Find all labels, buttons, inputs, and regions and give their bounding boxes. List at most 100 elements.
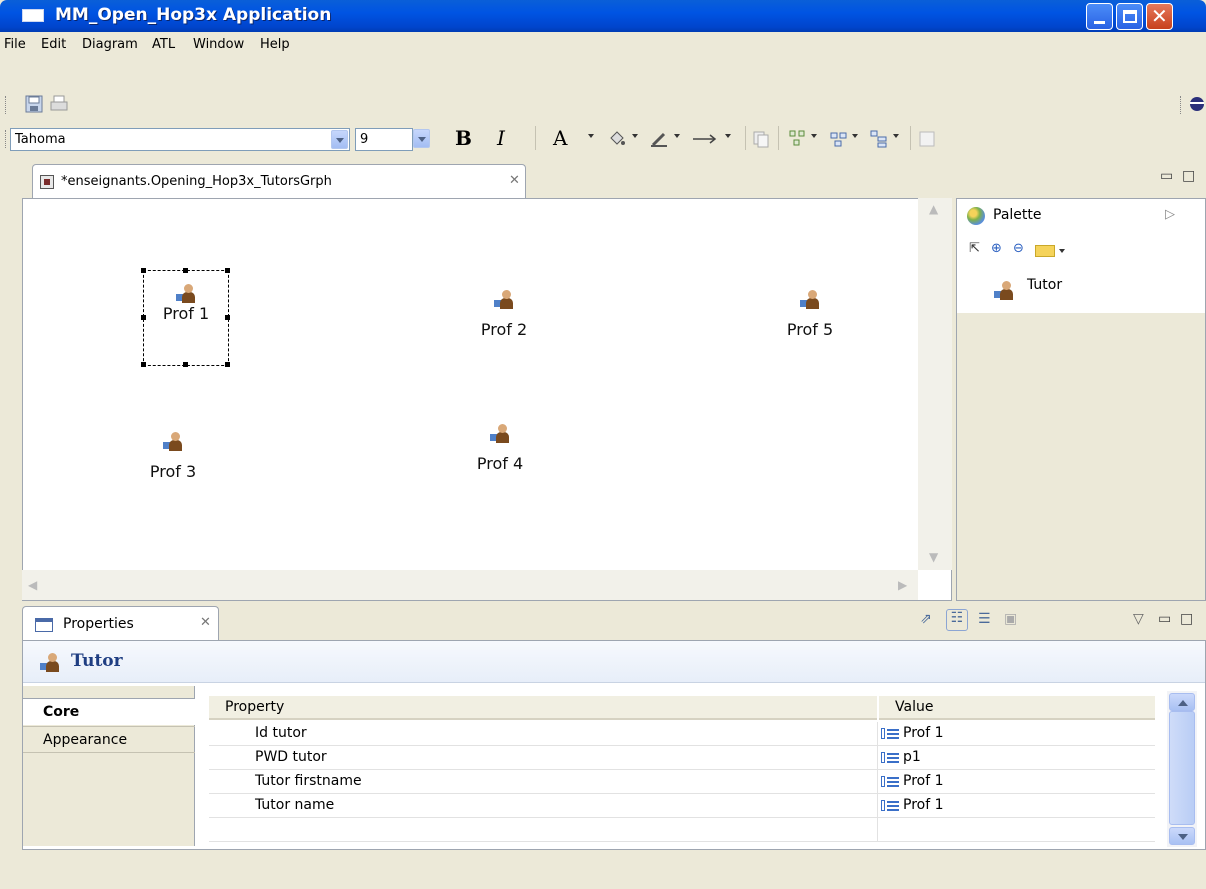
italic-button[interactable]: I (497, 126, 505, 150)
tutor-icon (175, 282, 197, 304)
resize-handle[interactable] (183, 362, 188, 367)
pin-icon[interactable]: ⇗ (920, 611, 932, 627)
save-icon[interactable] (25, 95, 43, 113)
tutor-node[interactable]: Prof 3 (135, 430, 211, 481)
palette-header[interactable]: Palette ▷ (957, 199, 1205, 233)
tutor-node[interactable]: Prof 4 (462, 422, 538, 473)
zoom-out-icon[interactable]: ⊖ (1013, 241, 1031, 259)
menu-diagram[interactable]: Diagram (82, 37, 138, 52)
palette: Palette ▷ ⇱ ⊕ ⊖ Tutor (956, 198, 1206, 601)
table-row[interactable]: Tutor name Prof 1 (209, 794, 1155, 818)
perspective-icon[interactable] (1188, 95, 1206, 113)
menu-window[interactable]: Window (193, 37, 244, 52)
scroll-up-icon[interactable] (1169, 693, 1195, 711)
menu-edit[interactable]: Edit (41, 37, 66, 52)
scroll-up-icon[interactable]: ▲ (929, 202, 938, 216)
chevron-down-icon[interactable] (674, 134, 680, 141)
fill-color-icon[interactable] (608, 130, 626, 148)
zoom-in-icon[interactable]: ⊕ (991, 241, 1009, 259)
property-value[interactable]: Prof 1 (903, 797, 944, 813)
chevron-down-icon[interactable] (811, 134, 817, 141)
pointer-tool-icon[interactable]: ⇱ (969, 241, 987, 259)
resize-handle[interactable] (225, 362, 230, 367)
toolbar-grip[interactable] (5, 96, 8, 114)
show-categories-icon[interactable]: ☷ (946, 609, 968, 631)
close-button[interactable]: ✕ (1146, 3, 1173, 30)
column-header-value[interactable]: Value (879, 696, 1155, 720)
column-header-property[interactable]: Property (209, 696, 877, 720)
print-icon[interactable] (50, 95, 68, 113)
maximize-view-icon[interactable]: □ (1182, 168, 1195, 184)
chevron-down-icon[interactable] (588, 134, 594, 141)
properties-shortcut-icon[interactable] (918, 130, 936, 148)
scroll-down-icon[interactable]: ▼ (929, 550, 938, 564)
table-row[interactable]: PWD tutor p1 (209, 746, 1155, 770)
properties-vertical-scrollbar[interactable] (1167, 691, 1197, 847)
chevron-down-icon[interactable] (852, 134, 858, 141)
toolbar-grip[interactable] (5, 130, 8, 148)
property-value[interactable]: Prof 1 (903, 773, 944, 789)
side-tab-appearance[interactable]: Appearance (23, 726, 195, 753)
side-tab-core[interactable]: Core (23, 698, 195, 725)
resize-handle[interactable] (141, 362, 146, 367)
view-menu-icon[interactable]: ▽ (1133, 611, 1144, 627)
font-size-combo[interactable]: 9 (355, 128, 413, 151)
property-value[interactable]: Prof 1 (903, 725, 944, 741)
align-icon[interactable] (870, 130, 888, 148)
select-icon[interactable] (830, 130, 848, 148)
scroll-thumb[interactable] (1169, 711, 1195, 825)
menu-help[interactable]: Help (260, 37, 290, 52)
restore-default-icon[interactable]: ▣ (1004, 611, 1017, 627)
resize-handle[interactable] (225, 268, 230, 273)
close-tab-icon[interactable]: ✕ (509, 173, 520, 188)
minimize-view-icon[interactable]: ▭ (1160, 168, 1173, 184)
chevron-down-icon[interactable] (413, 129, 430, 148)
tutor-node[interactable]: Prof 5 (772, 288, 848, 339)
font-family-combo[interactable]: Tahoma (10, 128, 350, 151)
scroll-right-icon[interactable]: ▶ (898, 578, 907, 592)
arrange-all-icon[interactable] (788, 129, 806, 147)
chevron-down-icon[interactable] (893, 134, 899, 141)
tutor-node[interactable]: Prof 1 (148, 282, 224, 323)
menu-file[interactable]: File (4, 37, 26, 52)
tutor-icon (493, 288, 515, 310)
diagram-vertical-scrollbar[interactable]: ▲ ▼ (918, 198, 952, 570)
close-tab-icon[interactable]: ✕ (200, 615, 211, 630)
font-color-button[interactable]: A (553, 126, 567, 150)
editor-tab-title: *enseignants.Opening_Hop3x_TutorsGrph (61, 174, 332, 189)
resize-handle[interactable] (225, 315, 230, 320)
resize-handle[interactable] (141, 268, 146, 273)
scroll-left-icon[interactable]: ◀ (28, 578, 37, 592)
property-value[interactable]: p1 (903, 749, 921, 765)
diagram-canvas[interactable] (22, 198, 952, 601)
resize-handle[interactable] (183, 268, 188, 273)
maximize-button[interactable] (1116, 3, 1143, 30)
copy-appearance-icon[interactable] (752, 130, 770, 148)
minimize-view-icon[interactable]: ▭ (1158, 611, 1171, 627)
menu-atl[interactable]: ATL (152, 37, 175, 52)
diagram-horizontal-scrollbar[interactable]: ◀ ▶ (22, 570, 918, 600)
toolbar-grip[interactable] (1180, 96, 1183, 114)
table-row[interactable]: Tutor firstname Prof 1 (209, 770, 1155, 794)
tutor-node[interactable]: Prof 2 (466, 288, 542, 339)
scroll-down-icon[interactable] (1169, 827, 1195, 845)
collapse-palette-icon[interactable]: ▷ (1165, 207, 1175, 222)
chevron-down-icon[interactable] (331, 130, 348, 149)
line-color-icon[interactable] (650, 130, 668, 148)
maximize-view-icon[interactable]: □ (1180, 611, 1193, 627)
chevron-down-icon[interactable] (725, 134, 731, 141)
chevron-down-icon[interactable] (1059, 249, 1065, 256)
show-advanced-icon[interactable]: ☰ (978, 611, 991, 627)
palette-entry-tutor[interactable]: Tutor (957, 267, 1205, 313)
resize-handle[interactable] (141, 315, 146, 320)
properties-tab[interactable]: Properties ✕ (22, 606, 219, 640)
minimize-button[interactable] (1086, 3, 1113, 30)
node-label: Prof 1 (162, 304, 210, 323)
editor-tab[interactable]: *enseignants.Opening_Hop3x_TutorsGrph ✕ (32, 164, 526, 198)
table-row[interactable]: Id tutor Prof 1 (209, 722, 1155, 746)
note-tool-icon[interactable] (1035, 245, 1055, 257)
palette-icon (967, 207, 985, 225)
line-style-icon[interactable] (692, 130, 718, 148)
chevron-down-icon[interactable] (632, 134, 638, 141)
bold-button[interactable]: B (455, 126, 472, 150)
